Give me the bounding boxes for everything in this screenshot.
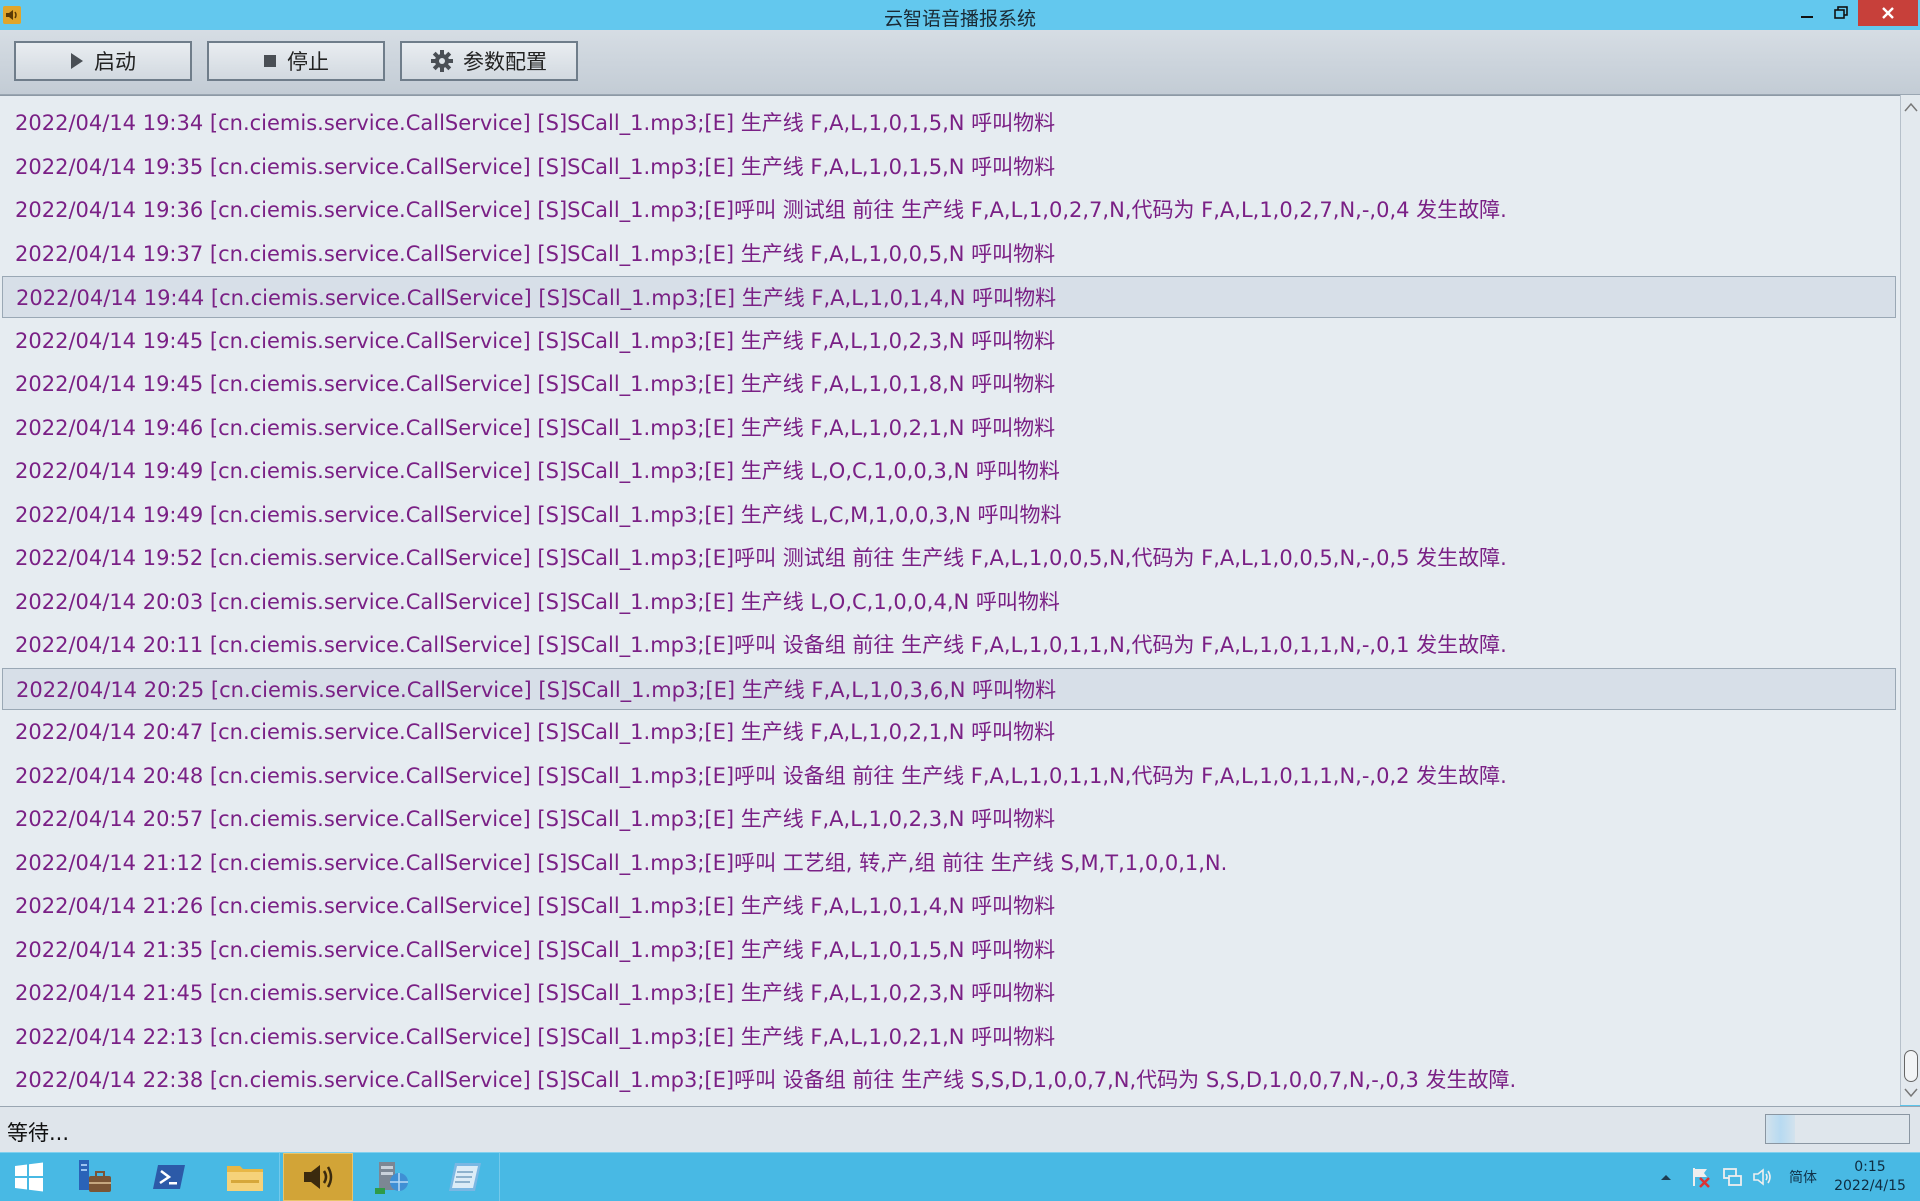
server-manager-icon bbox=[79, 1160, 111, 1192]
notepad-icon bbox=[448, 1163, 481, 1191]
speaker-icon bbox=[304, 1165, 333, 1189]
progress-bar bbox=[1765, 1114, 1910, 1144]
log-list[interactable]: 2022/04/14 19:34 [cn.ciemis.service.Call… bbox=[0, 95, 1900, 1106]
start-button[interactable]: 启动 bbox=[14, 41, 192, 81]
log-entry[interactable]: 2022/04/14 19:46 [cn.ciemis.service.Call… bbox=[2, 407, 1896, 449]
scroll-thumb[interactable] bbox=[1904, 1050, 1918, 1082]
toolbar: 启动 停止 参数配置 bbox=[0, 30, 1920, 95]
stop-icon bbox=[264, 55, 276, 67]
flag-alert-icon bbox=[1693, 1168, 1710, 1188]
taskbar-clock[interactable]: 0:15 2022/4/15 bbox=[1830, 1158, 1910, 1196]
minimize-icon bbox=[1801, 16, 1813, 18]
taskbar-network-app[interactable] bbox=[356, 1153, 426, 1201]
log-entry[interactable]: 2022/04/14 22:13 [cn.ciemis.service.Call… bbox=[2, 1016, 1896, 1058]
log-entry[interactable]: 2022/04/14 19:49 [cn.ciemis.service.Call… bbox=[2, 494, 1896, 536]
folder-icon bbox=[226, 1166, 263, 1191]
start-menu-button[interactable] bbox=[0, 1153, 58, 1201]
tray-ime[interactable]: 简体 bbox=[1789, 1153, 1817, 1201]
volume-icon bbox=[1753, 1168, 1771, 1186]
log-entry[interactable]: 2022/04/14 21:35 [cn.ciemis.service.Call… bbox=[2, 929, 1896, 971]
stop-button-label: 停止 bbox=[287, 50, 329, 74]
close-icon bbox=[1882, 7, 1894, 19]
chevron-up-icon bbox=[1904, 102, 1918, 112]
vertical-scrollbar[interactable] bbox=[1900, 95, 1920, 1105]
clock-time: 0:15 bbox=[1854, 1159, 1886, 1175]
tray-show-hidden[interactable] bbox=[1660, 1153, 1672, 1201]
log-entry[interactable]: 2022/04/14 20:25 [cn.ciemis.service.Call… bbox=[2, 667, 1896, 710]
log-entry[interactable]: 2022/04/14 19:45 [cn.ciemis.service.Call… bbox=[2, 320, 1896, 362]
gear-icon bbox=[431, 50, 453, 72]
log-entry[interactable]: 2022/04/14 21:45 [cn.ciemis.service.Call… bbox=[2, 972, 1896, 1014]
minimize-button[interactable] bbox=[1790, 0, 1824, 26]
network-server-icon bbox=[375, 1162, 408, 1194]
log-entry[interactable]: 2022/04/14 20:48 [cn.ciemis.service.Call… bbox=[2, 755, 1896, 797]
status-bar: 等待... bbox=[0, 1106, 1920, 1153]
log-entry[interactable]: 2022/04/14 22:38 [cn.ciemis.service.Call… bbox=[2, 1059, 1896, 1101]
log-entry[interactable]: 2022/04/14 21:26 [cn.ciemis.service.Call… bbox=[2, 885, 1896, 927]
window-title: 云智语音播报系统 bbox=[883, 8, 1036, 30]
network-icon bbox=[1723, 1168, 1742, 1186]
windows-logo-icon bbox=[15, 1162, 43, 1192]
log-entry[interactable]: 2022/04/14 19:35 [cn.ciemis.service.Call… bbox=[2, 146, 1896, 188]
tray-network[interactable] bbox=[1721, 1153, 1743, 1201]
scroll-down-button[interactable] bbox=[1901, 1083, 1920, 1103]
chevron-down-icon bbox=[1904, 1088, 1918, 1098]
clock-date: 2022/4/15 bbox=[1834, 1178, 1906, 1194]
log-entry[interactable]: 2022/04/14 19:49 [cn.ciemis.service.Call… bbox=[2, 450, 1896, 492]
restore-button[interactable] bbox=[1824, 0, 1858, 26]
taskbar-voice-broadcast-app[interactable] bbox=[283, 1153, 353, 1201]
log-entry[interactable]: 2022/04/14 19:34 [cn.ciemis.service.Call… bbox=[2, 102, 1896, 144]
log-entry[interactable]: 2022/04/14 19:37 [cn.ciemis.service.Call… bbox=[2, 233, 1896, 275]
taskbar-notepad[interactable] bbox=[430, 1153, 500, 1201]
tray-action-center[interactable] bbox=[1690, 1153, 1712, 1201]
log-entry[interactable]: 2022/04/14 19:45 [cn.ciemis.service.Call… bbox=[2, 363, 1896, 405]
powershell-icon bbox=[153, 1165, 185, 1189]
stop-button[interactable]: 停止 bbox=[207, 41, 385, 81]
log-entry[interactable]: 2022/04/14 20:03 [cn.ciemis.service.Call… bbox=[2, 581, 1896, 623]
ime-label: 简体 bbox=[1789, 1170, 1817, 1186]
tray-volume[interactable] bbox=[1751, 1153, 1773, 1201]
scroll-up-button[interactable] bbox=[1901, 97, 1920, 117]
play-icon bbox=[71, 53, 83, 69]
taskbar-powershell[interactable] bbox=[134, 1153, 204, 1201]
log-entry[interactable]: 2022/04/14 20:11 [cn.ciemis.service.Call… bbox=[2, 624, 1896, 666]
log-entry[interactable]: 2022/04/14 19:52 [cn.ciemis.service.Call… bbox=[2, 537, 1896, 579]
taskbar: 简体 0:15 2022/4/15 bbox=[0, 1152, 1920, 1201]
log-entry[interactable]: 2022/04/14 19:44 [cn.ciemis.service.Call… bbox=[2, 276, 1896, 318]
log-entry[interactable]: 2022/04/14 19:36 [cn.ciemis.service.Call… bbox=[2, 189, 1896, 231]
log-entry[interactable]: 2022/04/14 20:47 [cn.ciemis.service.Call… bbox=[2, 711, 1896, 753]
taskbar-file-explorer[interactable] bbox=[210, 1153, 280, 1201]
log-entry[interactable]: 2022/04/14 21:12 [cn.ciemis.service.Call… bbox=[2, 842, 1896, 884]
taskbar-server-manager[interactable] bbox=[60, 1153, 130, 1201]
status-text: 等待... bbox=[7, 1121, 70, 1145]
chevron-up-icon bbox=[1661, 1175, 1671, 1180]
title-bar[interactable]: 云智语音播报系统 bbox=[0, 0, 1920, 30]
progress-fill bbox=[1766, 1115, 1795, 1143]
restore-icon bbox=[1834, 6, 1848, 19]
log-entry[interactable]: 2022/04/14 20:57 [cn.ciemis.service.Call… bbox=[2, 798, 1896, 840]
config-button-label: 参数配置 bbox=[463, 50, 547, 74]
close-button[interactable] bbox=[1858, 0, 1918, 26]
start-button-label: 启动 bbox=[94, 50, 136, 74]
config-button[interactable]: 参数配置 bbox=[400, 41, 578, 81]
